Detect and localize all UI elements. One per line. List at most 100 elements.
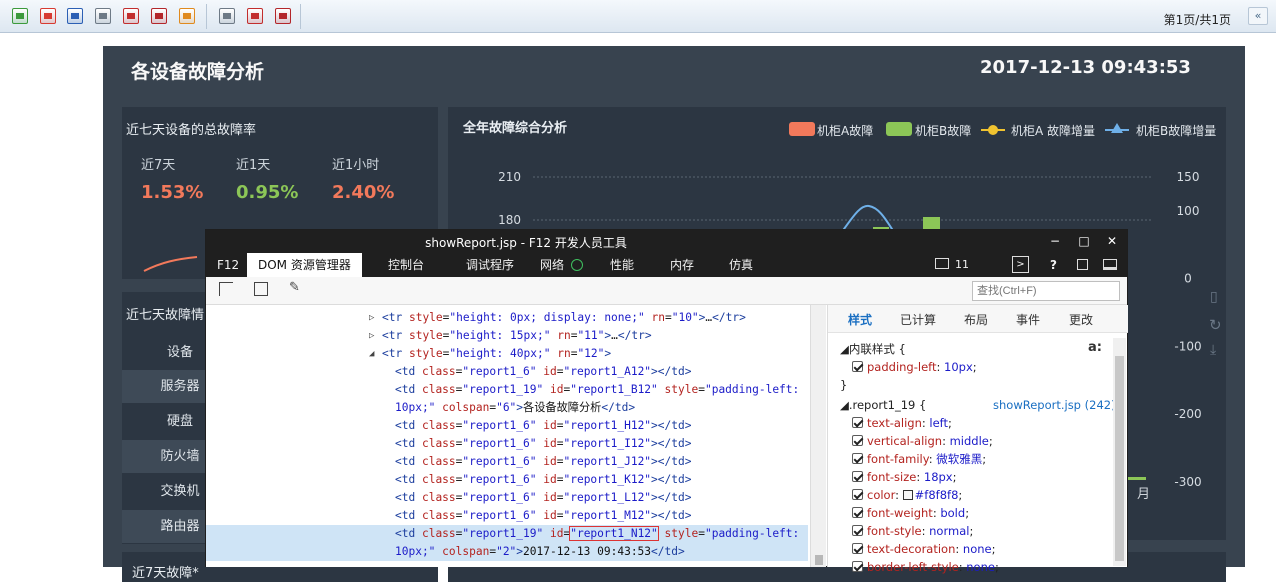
find-input[interactable] bbox=[972, 281, 1120, 301]
devtools-controls: ✎ bbox=[206, 277, 1127, 305]
dom-node-line[interactable]: <td class="report1_19" id="report1_N12" … bbox=[206, 525, 808, 543]
css-declaration[interactable]: padding-left: 10px; bbox=[852, 358, 977, 376]
dom-node-line[interactable]: ◢ <tr style="height: 40px;" rn="12"> bbox=[206, 345, 808, 363]
print-pdf-icon[interactable] bbox=[123, 8, 139, 24]
css-declaration[interactable]: font-family: 微软雅黑; bbox=[852, 450, 986, 468]
dom-node-line[interactable]: 10px;" colspan="6">各设备故障分析</td> bbox=[206, 399, 808, 417]
css-value: 10px bbox=[944, 360, 973, 374]
network-record-icon[interactable] bbox=[571, 259, 583, 271]
download-icon[interactable]: ⤓ bbox=[1210, 342, 1216, 358]
css-declaration[interactable]: font-size: 18px; bbox=[852, 468, 957, 486]
font-icon[interactable]: a: bbox=[1088, 340, 1102, 355]
export-pdf-page-alt-icon[interactable] bbox=[275, 8, 291, 24]
tab-dom-explorer[interactable]: DOM 资源管理器 bbox=[247, 253, 362, 277]
pin-icon[interactable] bbox=[1077, 259, 1088, 270]
print-preview-icon[interactable] bbox=[219, 8, 235, 24]
css-property: font-style bbox=[867, 524, 922, 538]
export-pdf-page-icon[interactable] bbox=[247, 8, 263, 24]
styles-scrollbar[interactable] bbox=[1113, 338, 1126, 566]
devtools-tabbar: F12 DOM 资源管理器 控制台 调试程序 网络 性能 内存 仿真 11 > … bbox=[206, 253, 1127, 277]
y-left-tick-label: 180 bbox=[498, 213, 521, 227]
console-toggle-icon[interactable]: > bbox=[1012, 256, 1029, 273]
checkbox-icon[interactable] bbox=[852, 417, 863, 428]
close-icon[interactable]: ✕ bbox=[1103, 232, 1121, 250]
export-image-icon[interactable] bbox=[179, 8, 195, 24]
dom-node-line[interactable]: <td class="report1_6" id="report1_I12"><… bbox=[206, 435, 808, 453]
emulation-icon[interactable] bbox=[935, 258, 949, 269]
dom-node-line[interactable]: <td class="report1_6" id="report1_M12"><… bbox=[206, 507, 808, 525]
highlight-icon[interactable] bbox=[254, 282, 268, 296]
dom-node-line[interactable]: 10px;" colspan="2">2017-12-13 09:43:53</… bbox=[206, 543, 808, 561]
css-declaration[interactable]: font-style: normal; bbox=[852, 522, 973, 540]
checkbox-icon[interactable] bbox=[852, 525, 863, 536]
checkbox-icon[interactable] bbox=[852, 471, 863, 482]
tab-styles[interactable]: 样式 bbox=[848, 311, 872, 328]
tab-events[interactable]: 事件 bbox=[1016, 311, 1040, 328]
css-value: normal bbox=[929, 524, 970, 538]
tab-computed[interactable]: 已计算 bbox=[900, 311, 936, 328]
help-icon[interactable]: ? bbox=[1050, 253, 1057, 277]
collapse-icon[interactable]: « bbox=[1248, 7, 1268, 25]
css-value: none bbox=[966, 560, 995, 574]
checkbox-icon[interactable] bbox=[852, 543, 863, 554]
export-word-icon[interactable] bbox=[67, 8, 83, 24]
save-icon[interactable]: ▯ bbox=[1210, 289, 1218, 305]
select-element-icon[interactable] bbox=[219, 282, 233, 296]
legend-swatch[interactable] bbox=[789, 122, 815, 136]
export-excel-icon[interactable] bbox=[12, 8, 28, 24]
dom-node-line[interactable]: <td class="report1_6" id="report1_K12"><… bbox=[206, 471, 808, 489]
legend-label: 机柜A 故障增量 bbox=[1011, 124, 1096, 138]
checkbox-icon[interactable] bbox=[852, 361, 863, 372]
refresh-icon[interactable]: ↻ bbox=[1209, 316, 1222, 334]
tab-console[interactable]: 控制台 bbox=[377, 253, 435, 277]
maximize-icon[interactable]: □ bbox=[1075, 232, 1093, 250]
minimize-icon[interactable]: − bbox=[1046, 232, 1064, 250]
css-property: padding-left bbox=[867, 360, 937, 374]
dom-scrollbar[interactable] bbox=[810, 305, 826, 567]
legend-swatch[interactable] bbox=[1105, 123, 1129, 133]
tab-layout[interactable]: 布局 bbox=[964, 311, 988, 328]
tab-f12[interactable]: F12 bbox=[206, 253, 250, 277]
css-declaration[interactable]: color: #f8f8f8; bbox=[852, 486, 962, 504]
legend-swatch[interactable] bbox=[981, 125, 1005, 135]
css-value: left bbox=[929, 416, 949, 430]
export-pdf-icon[interactable] bbox=[40, 8, 56, 24]
print-pdf-alt-icon[interactable] bbox=[151, 8, 167, 24]
css-value: none bbox=[962, 542, 992, 556]
checkbox-icon[interactable] bbox=[852, 507, 863, 518]
tab-changes[interactable]: 更改 bbox=[1069, 311, 1093, 328]
css-value: 微软雅黑 bbox=[936, 452, 983, 466]
tab-network[interactable]: 网络 bbox=[529, 253, 575, 277]
css-property: color bbox=[867, 488, 896, 502]
rule-source-link[interactable]: showReport.jsp (242) bbox=[993, 396, 1116, 414]
color-swatch[interactable] bbox=[902, 490, 913, 500]
print-icon[interactable] bbox=[95, 8, 111, 24]
tab-emulation[interactable]: 仿真 bbox=[718, 253, 764, 277]
tab-memory[interactable]: 内存 bbox=[659, 253, 705, 277]
dom-node-line[interactable]: <td class="report1_19" id="report1_B12" … bbox=[206, 381, 808, 399]
checkbox-icon[interactable] bbox=[852, 453, 863, 464]
dom-tree[interactable]: ▷ <tr style="height: 0px; display: none;"… bbox=[206, 305, 810, 567]
dom-node-line[interactable]: ▷ <tr style="height: 15px;" rn="11">…</tr… bbox=[206, 327, 808, 345]
dom-node-line[interactable]: <td class="report1_6" id="report1_A12"><… bbox=[206, 363, 808, 381]
css-declaration[interactable]: text-decoration: none; bbox=[852, 540, 996, 558]
css-declaration[interactable]: border-left-style: none; bbox=[852, 558, 999, 576]
css-declaration[interactable]: vertical-align: middle; bbox=[852, 432, 993, 450]
tab-performance[interactable]: 性能 bbox=[599, 253, 645, 277]
dom-node-line[interactable]: <td class="report1_6" id="report1_H12"><… bbox=[206, 417, 808, 435]
tab-debugger[interactable]: 调试程序 bbox=[455, 253, 525, 277]
css-declaration[interactable]: font-weight: bold; bbox=[852, 504, 969, 522]
y-right-tick-label: 0 bbox=[1184, 272, 1192, 286]
legend-label: 机柜B故障增量 bbox=[1136, 124, 1217, 138]
dom-node-line[interactable]: <td class="report1_6" id="report1_J12"><… bbox=[206, 453, 808, 471]
styles-pane: 样式 已计算 布局 事件 更改 ◢内联样式 { a: padding-left:… bbox=[827, 305, 1128, 574]
css-declaration[interactable]: text-align: left; bbox=[852, 414, 952, 432]
checkbox-icon[interactable] bbox=[852, 435, 863, 446]
dom-node-line[interactable]: ▷ <tr style="height: 0px; display: none;"… bbox=[206, 309, 808, 327]
checkbox-icon[interactable] bbox=[852, 489, 863, 500]
dom-node-line[interactable]: <td class="report1_6" id="report1_L12"><… bbox=[206, 489, 808, 507]
css-value: 18px bbox=[923, 470, 953, 484]
dock-icon[interactable] bbox=[1103, 259, 1117, 270]
color-picker-icon[interactable]: ✎ bbox=[289, 280, 300, 295]
legend-swatch[interactable] bbox=[886, 122, 912, 136]
